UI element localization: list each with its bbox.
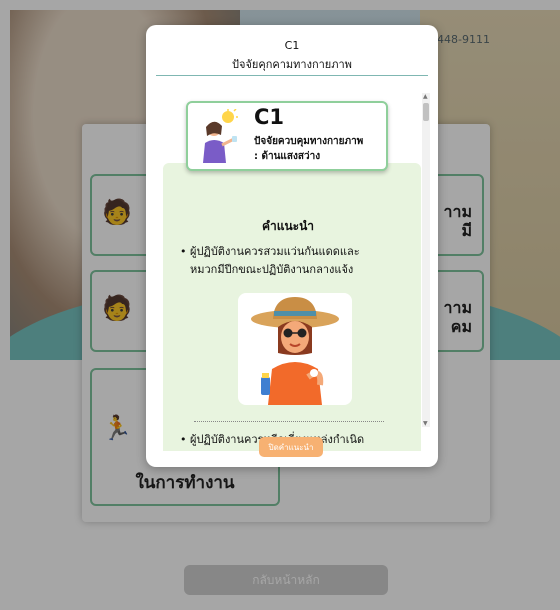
- modal-scrollbar[interactable]: ▲ ▼: [422, 93, 430, 427]
- sunhat-woman-illustration: [251, 297, 339, 405]
- factor-name: ปัจจัยควบคุมทางกายภาพ: [254, 136, 364, 147]
- modal-scroll-area[interactable]: C1 ปัจจัยควบคุมทางกายภาพ : ด้านแสงสว่าง …: [154, 85, 432, 451]
- scroll-thumb[interactable]: [423, 103, 429, 121]
- factor-code: C1: [254, 105, 285, 129]
- bullet-icon: •: [180, 433, 187, 446]
- advice-heading: คำแนะนำ: [261, 219, 315, 233]
- factor-subname: : ด้านแสงสว่าง: [254, 151, 321, 162]
- factor-card: C1 ปัจจัยควบคุมทางกายภาพ : ด้านแสงสว่าง: [186, 101, 388, 171]
- advice-item: • ผู้ปฏิบัติงานควรสวมแว่นกันแดดและหมวกมี…: [180, 243, 386, 279]
- scroll-up-arrow-icon[interactable]: ▲: [423, 93, 428, 100]
- scroll-down-arrow-icon[interactable]: ▼: [423, 420, 428, 427]
- close-advice-button[interactable]: ปิดคำแนะนำ: [259, 437, 323, 457]
- person-sun-icon: [203, 109, 238, 163]
- advice-modal: C1 ปัจจัยคุกคามทางกายภาพ C1 ปัจจัยควบคุม…: [146, 25, 438, 467]
- modal-title-code: C1: [284, 39, 300, 52]
- advice-illustration: [238, 293, 352, 405]
- modal-title-name: ปัจจัยคุกคามทางกายภาพ: [232, 58, 352, 71]
- modal-divider: [156, 75, 428, 76]
- advice-item-text: ผู้ปฏิบัติงานควรสวมแว่นกันแดดและหมวกมีปี…: [190, 245, 360, 276]
- bullet-icon: •: [180, 245, 187, 258]
- section-divider: [194, 421, 384, 422]
